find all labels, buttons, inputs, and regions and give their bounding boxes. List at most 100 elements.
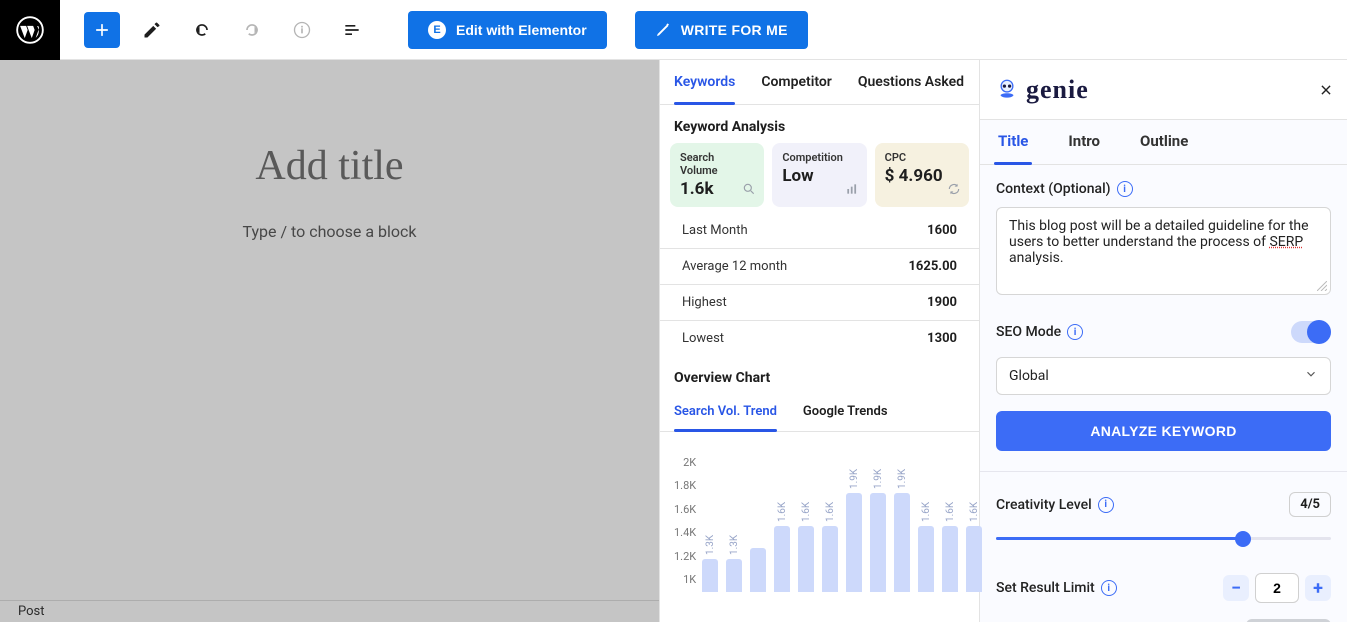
undo-icon <box>192 20 212 40</box>
genie-brand: genie <box>1026 75 1089 105</box>
bar-label: 1.6K <box>777 498 788 522</box>
tab-keywords[interactable]: Keywords <box>674 74 735 104</box>
editor-area: Add title Type / to choose a block Post <box>0 60 659 622</box>
genie-tab-outline[interactable]: Outline <box>1140 132 1188 164</box>
genie-body: Context (Optional) i This blog post will… <box>980 165 1347 622</box>
edit-tool-button[interactable] <box>134 12 170 48</box>
stat-key: Lowest <box>682 331 724 346</box>
block-placeholder[interactable]: Type / to choose a block <box>0 222 659 241</box>
info-icon[interactable]: i <box>1067 324 1083 340</box>
elementor-icon: E <box>428 21 446 39</box>
bar-rect <box>918 526 934 592</box>
divider <box>980 471 1347 472</box>
wp-toolbar: E Edit with Elementor WRITE FOR ME <box>0 0 1347 60</box>
plus-icon <box>92 20 112 40</box>
ytick: 1.8K <box>674 479 696 492</box>
bar-label: 1.9K <box>849 465 860 489</box>
region-select[interactable]: Global <box>996 357 1331 395</box>
wp-logo[interactable] <box>0 0 60 60</box>
result-minus-button[interactable]: − <box>1223 575 1249 601</box>
info-icon[interactable]: i <box>1098 497 1114 513</box>
pencil-icon <box>142 20 162 40</box>
context-serp: SERP <box>1269 234 1303 250</box>
write-for-me-button[interactable]: WRITE FOR ME <box>635 11 808 49</box>
creativity-label: Creativity Level <box>996 497 1092 513</box>
slider-handle[interactable] <box>1235 531 1251 547</box>
chart-tab-google-trends[interactable]: Google Trends <box>803 394 888 431</box>
bar-rect <box>942 526 958 592</box>
stat-value: 1900 <box>927 295 957 310</box>
bar-label: 1.9K <box>897 465 908 489</box>
wordpress-icon <box>16 16 44 44</box>
bar-rect <box>894 493 910 592</box>
bar-rect <box>726 559 742 592</box>
post-title-placeholder[interactable]: Add title <box>0 142 659 190</box>
bar-label: 1.3K <box>705 531 716 555</box>
resize-icon <box>1317 281 1327 291</box>
refresh-icon <box>947 182 961 199</box>
tab-questions[interactable]: Questions Asked <box>858 74 964 104</box>
context-label: Context (Optional) <box>996 181 1111 197</box>
tab-competitor[interactable]: Competitor <box>761 74 831 104</box>
stat-value: 1600 <box>927 223 957 238</box>
genie-close-button[interactable] <box>1319 78 1333 102</box>
chart-bars: 1.3K1.3K1.6K1.6K1.6K1.9K1.9K1.9K1.6K1.6K… <box>702 442 982 592</box>
workspace: Add title Type / to choose a block Post … <box>0 60 1347 622</box>
result-label-row: Set Result Limit i <box>996 580 1117 596</box>
result-limit-row: Set Result Limit i − + <box>996 573 1331 603</box>
quill-icon <box>655 22 671 38</box>
context-text: This blog post will be a detailed guidel… <box>1009 218 1309 250</box>
ytick: 1K <box>683 573 696 586</box>
info-icon[interactable]: i <box>1117 181 1133 197</box>
bar-label: 1.6K <box>825 498 836 522</box>
result-plus-button[interactable]: + <box>1305 575 1331 601</box>
genie-panel: genie Title Intro Outline Context (Optio… <box>979 60 1347 622</box>
search-volume-chart: 2K 1.8K 1.6K 1.4K 1.2K 1K 1.3K1.3K1.6K1.… <box>660 432 979 602</box>
seo-mode-row: SEO Mode i <box>996 321 1331 343</box>
bar-rect <box>798 526 814 592</box>
info-icon <box>292 20 312 40</box>
info-icon[interactable]: i <box>1101 580 1117 596</box>
genie-tab-intro[interactable]: Intro <box>1068 132 1100 164</box>
result-label: Set Result Limit <box>996 580 1095 596</box>
context-textarea[interactable]: This blog post will be a detailed guidel… <box>996 207 1331 295</box>
status-post-type: Post <box>18 604 45 619</box>
add-block-button[interactable] <box>84 12 120 48</box>
context-label-row: Context (Optional) i <box>996 181 1331 197</box>
bar-rect <box>774 526 790 592</box>
context-text: analysis. <box>1009 250 1064 266</box>
bar-rect <box>702 559 718 592</box>
creativity-slider[interactable] <box>996 527 1331 551</box>
undo-button[interactable] <box>184 12 220 48</box>
bar-rect <box>750 548 766 592</box>
stat-value: 1300 <box>927 331 957 346</box>
genie-tab-title[interactable]: Title <box>998 132 1028 164</box>
stat-row: Last Month1600 <box>660 213 979 249</box>
outline-icon <box>342 20 362 40</box>
chart-bar: 1.3K <box>702 531 718 592</box>
chart-bar: 1.9K <box>846 465 862 592</box>
chart-bar: 1.9K <box>870 465 886 592</box>
redo-button[interactable] <box>234 12 270 48</box>
info-button[interactable] <box>284 12 320 48</box>
card-label: Competition <box>782 151 856 164</box>
chart-bar: 1.3K <box>726 531 742 592</box>
region-value: Global <box>1009 368 1049 384</box>
stat-row: Lowest 1300 <box>660 321 979 356</box>
ytick: 1.4K <box>674 526 696 539</box>
stat-row: Highest1900 <box>660 285 979 321</box>
chart-tab-search-vol[interactable]: Search Vol. Trend <box>674 394 777 431</box>
analyze-keyword-button[interactable]: ANALYZE KEYWORD <box>996 411 1331 451</box>
seo-toggle[interactable] <box>1291 321 1331 343</box>
stat-value: 1625.00 <box>908 259 957 274</box>
search-icon <box>742 182 756 199</box>
elementor-button[interactable]: E Edit with Elementor <box>408 11 607 49</box>
result-input[interactable] <box>1255 573 1299 603</box>
status-bar: Post <box>0 600 659 622</box>
stat-key: Average 12 month <box>682 259 787 274</box>
write-label: WRITE FOR ME <box>681 22 788 38</box>
bar-label: 1.9K <box>873 465 884 489</box>
outline-button[interactable] <box>334 12 370 48</box>
card-search-volume: Search Volume 1.6k <box>670 143 764 207</box>
bar-label: 1.6K <box>921 498 932 522</box>
